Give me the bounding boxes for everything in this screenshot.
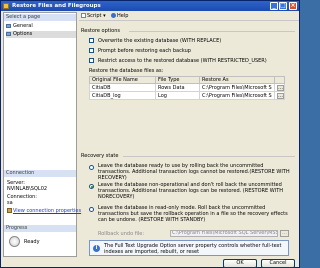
view-connection-link[interactable]: View connection properties [7,208,81,214]
info-message: i The Full Text Upgrade Option server pr… [89,240,289,256]
progress-header: Progress [4,225,76,232]
app-icon [3,3,9,9]
table-row[interactable]: CitiaDB_log Log C:\Program Files\Microso… [89,91,285,100]
table-cell: CitiaDB_log [89,91,156,100]
properties-icon [7,208,12,213]
divider [129,31,295,32]
rollback-file-input[interactable]: C:\Program Files\Microsoft SQL Server\MS… [170,230,278,237]
table-cell: CitiaDB [89,83,156,92]
restrict-access-label: Restrict access to the restored database… [98,58,267,64]
info-icon: i [93,245,100,252]
connection-value: sa [7,200,13,206]
norecovery-option-text: Leave the database non-operational and d… [98,182,284,200]
divider [123,156,295,157]
column-header[interactable]: File Type [155,76,200,84]
script-icon [81,13,86,18]
table-row[interactable]: CitiaDB Rows Data C:\Program Files\Micro… [89,83,285,92]
page-item-general[interactable]: General [6,23,76,30]
connection-header: Connection [4,170,76,177]
restore-as-field[interactable]: C:\Program Files\Microsoft S [199,83,275,92]
standby-radio[interactable] [89,207,94,212]
restore-files-label: Restore the database files as: [89,68,164,74]
maximize-button[interactable]: □ [279,2,287,10]
table-cell: Rows Data [155,83,200,92]
column-header[interactable]: Restore As [199,76,275,84]
info-text: The Full Text Upgrade Option server prop… [104,243,282,255]
overwrite-label: Overwrite the existing database (WITH RE… [98,38,222,44]
norecovery-radio[interactable] [89,184,94,189]
column-header[interactable]: Original File Name [89,76,156,84]
cancel-button[interactable]: Cancel [261,259,295,268]
page-icon [6,23,11,28]
overwrite-checkbox[interactable] [89,38,94,43]
rollback-browse-button[interactable]: … [280,230,289,237]
recovery-option-text: Leave the database ready to use by rolli… [98,163,290,181]
help-icon [111,13,116,18]
select-page-header: Select a page [4,14,76,21]
restrict-access-checkbox[interactable] [89,58,94,63]
progress-spinner-icon [9,236,20,247]
browse-button[interactable]: … [277,84,284,91]
restore-files-table: Original File Name File Type Restore As … [89,76,285,100]
prompt-checkbox[interactable] [89,48,94,53]
ok-button[interactable]: OK [223,259,257,268]
page-item-options[interactable]: Options [6,31,76,38]
script-button[interactable]: Script ▾ [81,13,106,20]
window-title: Restore Files and Filegroups [12,3,101,9]
server-value: NVINLAB\SQL02 [7,186,48,192]
page-icon [6,31,11,36]
recovery-state-label: Recovery state [81,153,119,159]
table-cell: Log [155,91,200,100]
minimize-button[interactable]: _ [270,2,278,10]
recovery-radio[interactable] [89,165,94,170]
options-panel: Restore options Overwrite the existing d… [79,22,299,257]
close-button[interactable]: × [289,2,297,10]
restore-as-field[interactable]: C:\Program Files\Microsoft S [199,91,275,100]
prompt-label: Prompt before restoring each backup [98,48,191,54]
toolbar: Script ▾ Help [79,12,299,21]
browse-button[interactable]: … [277,92,284,99]
help-button[interactable]: Help [111,13,128,20]
title-bar[interactable]: Restore Files and Filegroups _ □ × [1,1,299,11]
progress-status: Ready [24,239,40,245]
restore-dialog: Restore Files and Filegroups _ □ × Selec… [0,0,300,268]
left-pane: Select a page General Options Connection… [3,12,81,257]
column-header-spacer [274,76,285,84]
rollback-file-label: Rollback undo file: [98,231,145,237]
standby-option-text: Leave the database in read-only mode. Ro… [98,205,288,223]
restore-options-label: Restore options [81,28,120,34]
